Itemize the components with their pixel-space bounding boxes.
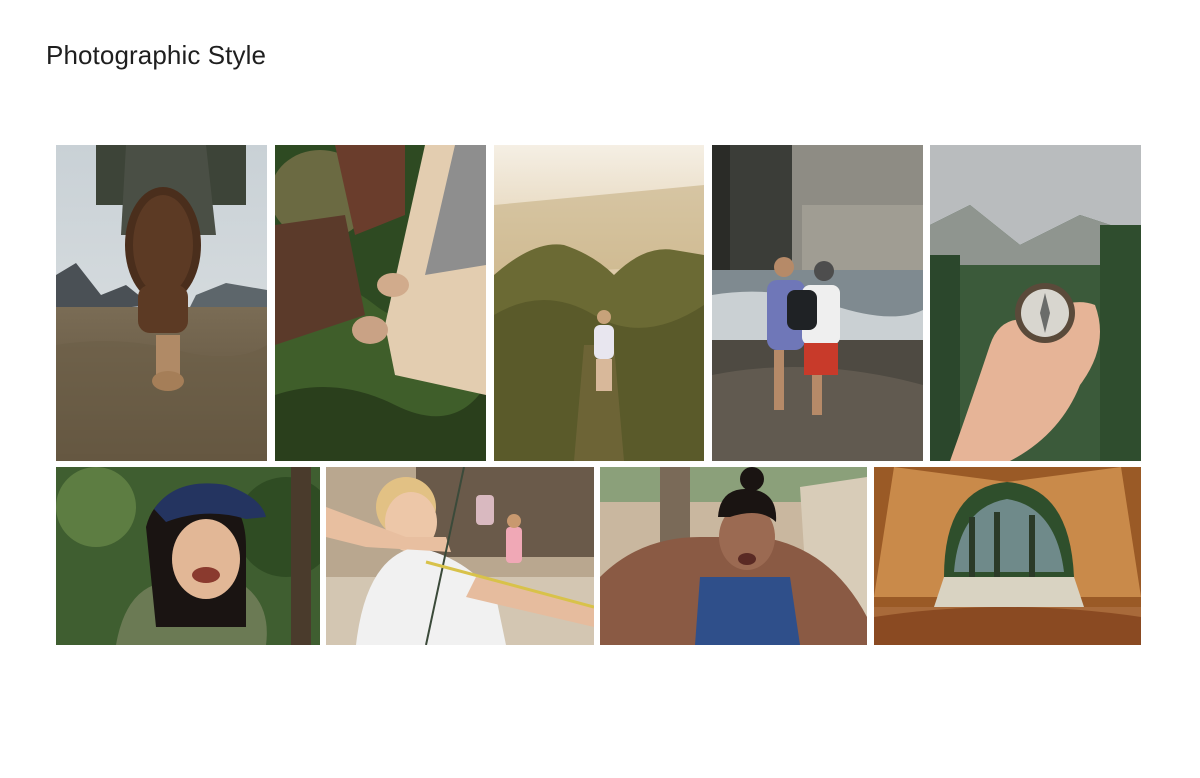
- photo-tent-forest-view: [874, 467, 1141, 645]
- photo-kids-running-beach: [712, 145, 923, 461]
- page-title: Photographic Style: [46, 40, 267, 70]
- photo-pitching-tent: [275, 145, 486, 461]
- photo-laughing-girl: [56, 467, 320, 645]
- photo-hiking-boot: [56, 145, 267, 461]
- photo-girl-obstacle: [600, 467, 867, 645]
- photo-boy-archery: [326, 467, 594, 645]
- photo-hiker-on-ridge: [494, 145, 704, 461]
- photo-hand-compass: [930, 145, 1141, 461]
